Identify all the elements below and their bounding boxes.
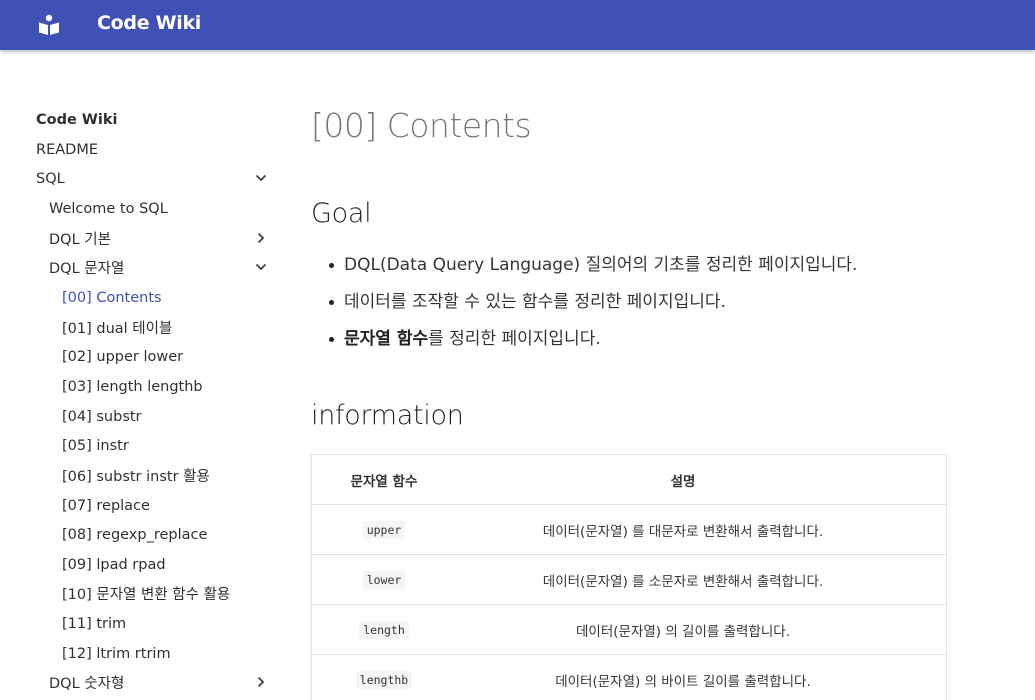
sidebar-item-dql-number[interactable]: DQL 숫자형 [49, 668, 268, 697]
information-heading: information [311, 400, 464, 431]
function-code: length [359, 620, 409, 639]
table-cell: 데이터(문자열) 의 바이트 길이를 출력합니다. [555, 673, 811, 690]
sidebar-item-substr-instr[interactable]: [06] substr instr 활용 [62, 461, 210, 490]
sidebar-item-string-conversion[interactable]: [10] 문자열 변환 함수 활용 [62, 579, 230, 608]
table-header-cell: 설명 [670, 473, 696, 490]
bold-text: 문자열 함수 [344, 329, 429, 349]
book-reader-icon[interactable] [37, 13, 61, 37]
sidebar-item-label: Welcome to SQL [49, 200, 168, 217]
sidebar-item-regexp-replace[interactable]: [08] regexp_replace [62, 520, 207, 549]
table-row: lower 데이터(문자열) 를 소문자로 변환해서 출력합니다. [312, 555, 946, 605]
sidebar-title: Code Wiki [36, 111, 118, 128]
sidebar-item-lpad-rpad[interactable]: [09] lpad rpad [62, 550, 166, 579]
sidebar-item-welcome-to-sql[interactable]: Welcome to SQL [49, 194, 268, 223]
function-code: lengthb [355, 670, 413, 689]
top-app-bar: Code Wiki [0, 0, 1035, 50]
sidebar-item-replace[interactable]: [07] replace [62, 491, 150, 520]
sidebar-item-label: [02] upper lower [62, 348, 184, 365]
sidebar-item-ltrim-rtrim[interactable]: [12] ltrim rtrim [62, 639, 171, 668]
chevron-down-icon[interactable] [254, 260, 268, 274]
sidebar-item-sql[interactable]: SQL [36, 164, 268, 193]
sidebar-item-readme[interactable]: README [36, 135, 268, 164]
sidebar-item-label: [00] Contents [62, 289, 162, 306]
chevron-right-icon[interactable] [254, 231, 268, 245]
list-item: 데이터를 조작할 수 있는 함수를 정리한 페이지입니다. [325, 287, 945, 324]
sidebar-item-label: [09] lpad rpad [62, 556, 166, 573]
chevron-right-icon[interactable] [254, 675, 268, 689]
sidebar-item-label: SQL [36, 170, 65, 187]
sidebar-item-instr[interactable]: [05] instr [62, 431, 129, 460]
table-row: length 데이터(문자열) 의 길이를 출력합니다. [312, 605, 946, 655]
sidebar-item-label: [03] length lengthb [62, 378, 203, 395]
function-code: lower [362, 570, 406, 589]
chevron-down-icon[interactable] [254, 171, 268, 185]
sidebar-item-label: DQL 문자열 [49, 261, 125, 277]
sidebar-item-trim[interactable]: [11] trim [62, 609, 126, 638]
list-item: 문자열 함수를 정리한 페이지입니다. [325, 324, 945, 361]
functions-table: 문자열 함수 설명 upper 데이터(문자열) 를 대문자로 변환해서 출력합… [311, 454, 947, 700]
table-cell: 데이터(문자열) 의 길이를 출력합니다. [576, 623, 790, 640]
sidebar-item-dql-basic[interactable]: DQL 기본 [49, 224, 268, 253]
sidebar-item-upper-lower[interactable]: [02] upper lower [62, 342, 183, 371]
sidebar-item-contents[interactable]: [00] Contents [62, 283, 162, 312]
sidebar-item-label: DQL 기본 [49, 232, 111, 248]
sidebar-item-label: [08] regexp_replace [62, 526, 208, 543]
sidebar-item-label: [10] 문자열 변환 함수 활용 [62, 587, 231, 603]
sidebar-item-label: DQL 숫자형 [49, 676, 125, 692]
table-header-cell: 문자열 함수 [350, 473, 418, 490]
table-cell: 데이터(문자열) 를 소문자로 변환해서 출력합니다. [542, 573, 824, 590]
sidebar-item-dual[interactable]: [01] dual 테이블 [62, 313, 172, 342]
page-title: [00] Contents [311, 106, 532, 145]
sidebar-item-label: [06] substr instr 활용 [62, 469, 210, 485]
sidebar-item-label: [05] instr [62, 437, 129, 454]
sidebar-item-label: [07] replace [62, 497, 150, 514]
function-code: upper [362, 520, 406, 539]
sidebar-item-label: [11] trim [62, 615, 127, 632]
sidebar-item-label: [04] substr [62, 408, 142, 425]
table-cell: 데이터(문자열) 를 대문자로 변환해서 출력합니다. [542, 523, 824, 540]
sidebar-item-label: README [36, 141, 98, 158]
list-item: DQL(Data Query Language) 질의어의 기초를 정리한 페이… [325, 250, 945, 287]
site-title[interactable]: Code Wiki [97, 12, 201, 34]
table-header-row: 문자열 함수 설명 [312, 455, 946, 505]
sidebar-item-dql-string[interactable]: DQL 문자열 [49, 253, 268, 282]
goal-heading: Goal [311, 198, 372, 229]
table-row: upper 데이터(문자열) 를 대문자로 변환해서 출력합니다. [312, 505, 946, 555]
sidebar-item-label: [01] dual 테이블 [62, 321, 173, 337]
sidebar-item-label: [12] ltrim rtrim [62, 645, 171, 662]
goal-list: DQL(Data Query Language) 질의어의 기초를 정리한 페이… [325, 250, 945, 361]
sidebar-item-substr[interactable]: [04] substr [62, 402, 142, 431]
sidebar-item-length-lengthb[interactable]: [03] length lengthb [62, 372, 203, 401]
table-row: lengthb 데이터(문자열) 의 바이트 길이를 출력합니다. [312, 655, 946, 700]
